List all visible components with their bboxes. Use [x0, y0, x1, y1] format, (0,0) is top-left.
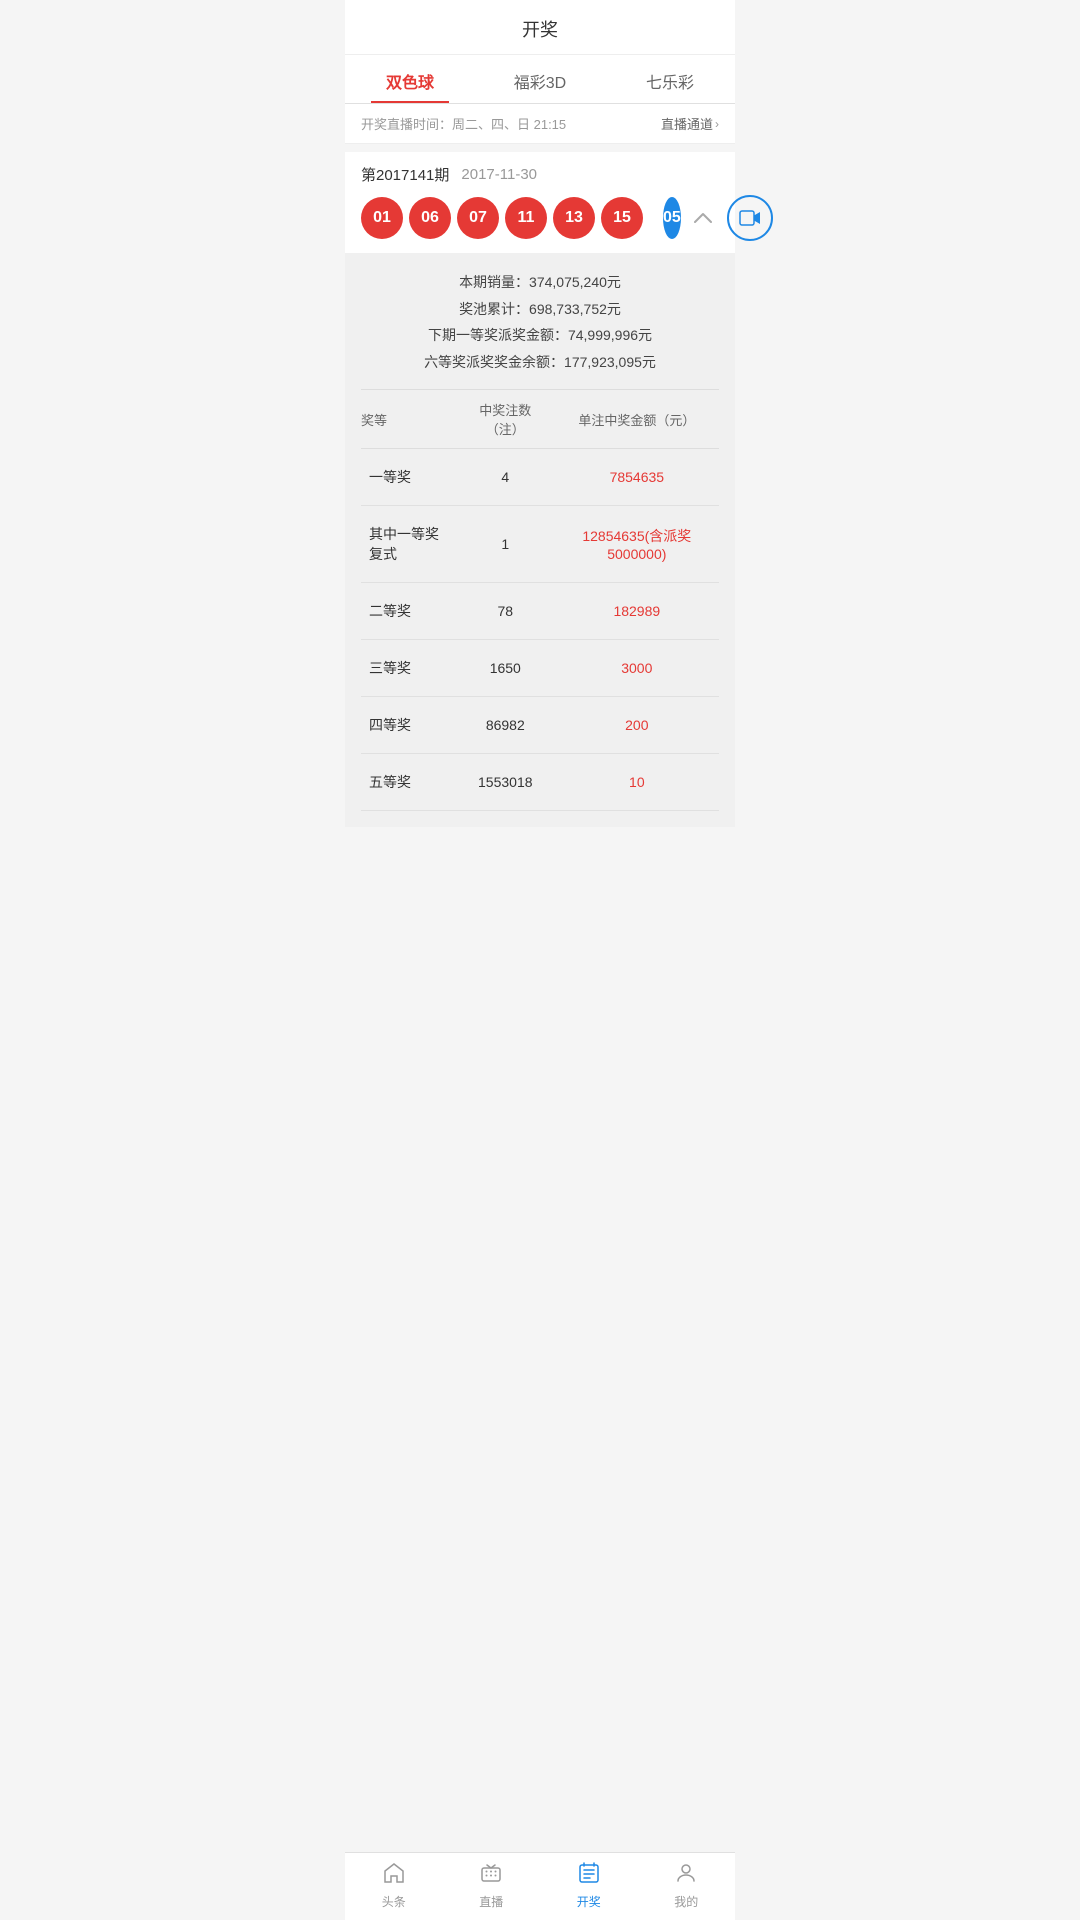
- bottom-nav: 头条 直播 开奖: [345, 1852, 735, 1920]
- prize-count: 1: [456, 506, 555, 583]
- prize-amount: 182989: [555, 583, 719, 640]
- balls-row: 01 06 07 11 13 15 05: [361, 195, 719, 253]
- blue-ball: 05: [663, 197, 681, 239]
- tab-shuangseqiu[interactable]: 双色球: [345, 55, 475, 103]
- prize-table: 奖等 中奖注数（注） 单注中奖金额（元） 一等奖47854635其中一等奖复式1…: [361, 389, 719, 811]
- nav-headlines-label: 头条: [382, 1893, 406, 1910]
- broadcast-time: 开奖直播时间：周二、四、日 21:15: [361, 114, 566, 133]
- lottery-icon: [577, 1861, 601, 1889]
- prize-amount: 7854635: [555, 449, 719, 506]
- prize-level: 其中一等奖复式: [361, 506, 456, 583]
- red-ball-3: 07: [457, 197, 499, 239]
- broadcast-bar: 开奖直播时间：周二、四、日 21:15 直播通道 ›: [345, 104, 735, 144]
- prize-level: 二等奖: [361, 583, 456, 640]
- stat-line-4: 六等奖派奖奖金余额：177,923,095元: [361, 349, 719, 376]
- red-balls-container: 01 06 07 11 13 15: [361, 197, 643, 239]
- stat-line-1: 本期销量：374,075,240元: [361, 269, 719, 296]
- stat-line-2: 奖池累计：698,733,752元: [361, 296, 719, 323]
- prize-amount: 200: [555, 697, 719, 754]
- tab-fucai3d[interactable]: 福彩3D: [475, 55, 605, 103]
- red-ball-2: 06: [409, 197, 451, 239]
- person-icon: [674, 1861, 698, 1889]
- table-row: 一等奖47854635: [361, 449, 719, 506]
- nav-mine-label: 我的: [674, 1893, 698, 1910]
- period-number: 第2017141期: [361, 164, 449, 185]
- table-row: 四等奖86982200: [361, 697, 719, 754]
- col-header-count: 中奖注数（注）: [456, 390, 555, 449]
- prize-count: 86982: [456, 697, 555, 754]
- nav-live[interactable]: 直播: [443, 1853, 541, 1920]
- tab-bar: 双色球 福彩3D 七乐彩: [345, 55, 735, 104]
- stat-line-3: 下期一等奖派奖金额：74,999,996元: [361, 322, 719, 349]
- chevron-right-icon: ›: [715, 117, 719, 131]
- controls: [687, 195, 773, 241]
- table-row: 二等奖78182989: [361, 583, 719, 640]
- col-header-level: 奖等: [361, 390, 456, 449]
- detail-panel: 本期销量：374,075,240元 奖池累计：698,733,752元 下期一等…: [345, 253, 735, 827]
- tab-qilecai[interactable]: 七乐彩: [605, 55, 735, 103]
- red-ball-6: 15: [601, 197, 643, 239]
- lottery-section: 第2017141期 2017-11-30 01 06 07 11 13 15 0…: [345, 152, 735, 253]
- nav-lottery[interactable]: 开奖: [540, 1853, 638, 1920]
- prize-level: 三等奖: [361, 640, 456, 697]
- prize-amount: 12854635(含派奖5000000): [555, 506, 719, 583]
- table-row: 三等奖16503000: [361, 640, 719, 697]
- chevron-up-icon[interactable]: [687, 202, 719, 234]
- prize-level: 五等奖: [361, 754, 456, 811]
- prize-count: 1650: [456, 640, 555, 697]
- period-date: 2017-11-30: [461, 166, 537, 183]
- prize-count: 78: [456, 583, 555, 640]
- table-row: 五等奖155301810: [361, 754, 719, 811]
- red-ball-4: 11: [505, 197, 547, 239]
- nav-headlines[interactable]: 头条: [345, 1853, 443, 1920]
- prize-level: 一等奖: [361, 449, 456, 506]
- red-ball-5: 13: [553, 197, 595, 239]
- prize-count: 4: [456, 449, 555, 506]
- page-title: 开奖: [345, 0, 735, 55]
- prize-amount: 3000: [555, 640, 719, 697]
- nav-live-label: 直播: [479, 1893, 503, 1910]
- prize-count: 1553018: [456, 754, 555, 811]
- home-icon: [382, 1861, 406, 1889]
- stats-block: 本期销量：374,075,240元 奖池累计：698,733,752元 下期一等…: [361, 269, 719, 375]
- table-row: 其中一等奖复式112854635(含派奖5000000): [361, 506, 719, 583]
- prize-level: 四等奖: [361, 697, 456, 754]
- video-button[interactable]: [727, 195, 773, 241]
- col-header-amount: 单注中奖金额（元）: [555, 390, 719, 449]
- period-info: 第2017141期 2017-11-30: [361, 164, 719, 185]
- live-icon: [479, 1861, 503, 1889]
- nav-lottery-label: 开奖: [577, 1893, 601, 1910]
- broadcast-channel-link[interactable]: 直播通道 ›: [661, 114, 719, 133]
- red-ball-1: 01: [361, 197, 403, 239]
- prize-amount: 10: [555, 754, 719, 811]
- nav-mine[interactable]: 我的: [638, 1853, 736, 1920]
